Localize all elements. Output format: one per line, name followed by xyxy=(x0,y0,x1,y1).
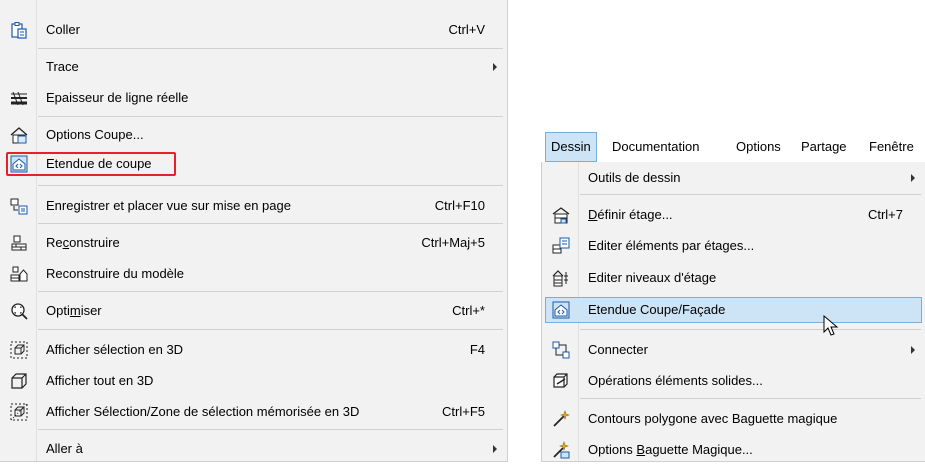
shortcut-text: Ctrl+* xyxy=(452,303,485,318)
menu-item-label: Outils de dessin xyxy=(588,170,681,185)
separator xyxy=(38,48,503,49)
menu-item-paste[interactable]: Coller Ctrl+V xyxy=(0,16,507,44)
menu-item-label: Opérations éléments solides... xyxy=(588,373,763,388)
menu-item-story-levels[interactable]: Editer niveaux d'étage xyxy=(542,264,925,292)
menu-item-save-place-view[interactable]: Enregistrer et placer vue sur mise en pa… xyxy=(0,192,507,220)
menu-item-label: Enregistrer et placer vue sur mise en pa… xyxy=(46,198,291,213)
menu-item-label: Editer éléments par étages... xyxy=(588,238,755,253)
menu-item-show-marquee-3d[interactable]: Afficher Sélection/Zone de sélection mém… xyxy=(0,398,507,426)
menubar-item-documentation[interactable]: Documentation xyxy=(607,132,704,162)
menu-item-rebuild-model[interactable]: Reconstruire du modèle xyxy=(0,260,507,288)
save-place-view-icon xyxy=(10,197,28,215)
shortcut-text: Ctrl+Maj+5 xyxy=(421,235,485,250)
submenu-arrow-icon xyxy=(493,63,497,71)
menu-item-rebuild[interactable]: Reconstruire Ctrl+Maj+5 xyxy=(0,229,507,257)
menu-item-label: Trace xyxy=(46,59,79,74)
dropdown-menu-dessin: Outils de dessin Définir étage... Ctrl+7… xyxy=(541,162,925,462)
menu-item-label: Options Baguette Magique... xyxy=(588,442,753,457)
shortcut-text: Ctrl+F5 xyxy=(442,404,485,419)
connect-icon xyxy=(552,341,570,359)
show-selection-3d-icon xyxy=(10,341,28,359)
submenu-arrow-icon xyxy=(493,445,497,453)
separator xyxy=(38,185,503,186)
edit-by-story-icon xyxy=(552,237,570,255)
menu-item-section-elevation-range[interactable]: Etendue Coupe/Façade xyxy=(542,296,925,324)
magic-wand-icon xyxy=(552,410,570,428)
menu-item-label: Connecter xyxy=(588,342,648,357)
mouse-cursor-icon xyxy=(823,314,839,337)
context-menu-left: Coller Ctrl+V Trace Epaisseur de ligne r… xyxy=(0,0,508,462)
show-all-3d-icon xyxy=(10,372,28,390)
menubar-item-partage[interactable]: Partage xyxy=(796,132,852,162)
menu-item-label: Définir étage... xyxy=(588,207,673,222)
submenu-arrow-icon xyxy=(911,346,915,354)
shortcut-text: Ctrl+7 xyxy=(867,207,903,222)
menu-item-label: Coller xyxy=(46,22,80,37)
menu-item-label: Editer niveaux d'étage xyxy=(588,270,717,285)
menu-item-go-to[interactable]: Aller à xyxy=(0,435,507,463)
menu-item-label: Optimiser xyxy=(46,303,102,318)
separator xyxy=(38,429,503,430)
menu-item-trace[interactable]: Trace xyxy=(0,53,507,81)
menu-item-solid-operations[interactable]: Opérations éléments solides... xyxy=(542,367,925,395)
menu-item-label: Options Coupe... xyxy=(46,127,144,142)
line-thickness-icon xyxy=(10,89,28,107)
menu-item-define-story[interactable]: Définir étage... Ctrl+7 xyxy=(542,201,925,229)
menu-item-magic-wand-options[interactable]: Options Baguette Magique... xyxy=(542,436,925,464)
menu-item-label: Afficher sélection en 3D xyxy=(46,342,184,357)
rebuild-model-icon xyxy=(10,265,28,283)
shortcut-text: Ctrl+F10 xyxy=(434,198,485,213)
menu-item-true-line-weight[interactable]: Epaisseur de ligne réelle xyxy=(0,84,507,112)
menu-item-section-range[interactable]: Etendue de coupe xyxy=(0,150,507,178)
rebuild-icon xyxy=(10,234,28,252)
separator xyxy=(38,116,503,117)
menu-item-label: Epaisseur de ligne réelle xyxy=(46,90,189,105)
magic-wand-options-icon xyxy=(552,441,570,459)
menu-item-label: Afficher tout en 3D xyxy=(46,373,154,388)
separator xyxy=(580,398,921,399)
menu-item-drawing-tools[interactable]: Outils de dessin xyxy=(542,164,925,192)
menu-bar: Dessin Documentation Options Partage Fen… xyxy=(541,132,925,162)
solid-operations-icon xyxy=(552,372,570,390)
menu-item-connect[interactable]: Connecter xyxy=(542,336,925,364)
menu-item-label: Etendue de coupe xyxy=(46,156,152,171)
zoom-fit-icon xyxy=(10,302,28,320)
menubar-item-options[interactable]: Options xyxy=(731,132,786,162)
separator xyxy=(38,329,503,330)
submenu-arrow-icon xyxy=(911,174,915,182)
menu-item-label: Reconstruire xyxy=(46,235,120,250)
story-levels-icon xyxy=(552,269,570,287)
menubar-item-fenetre[interactable]: Fenêtre xyxy=(864,132,919,162)
menu-item-show-all-3d[interactable]: Afficher tout en 3D xyxy=(0,367,507,395)
section-elevation-range-icon xyxy=(552,301,570,319)
menu-item-label: Aller à xyxy=(46,441,83,456)
menubar-item-dessin[interactable]: Dessin xyxy=(545,132,597,162)
menu-item-label: Reconstruire du modèle xyxy=(46,266,185,281)
section-range-icon xyxy=(10,155,28,173)
shortcut-text: F4 xyxy=(469,342,485,357)
paste-icon xyxy=(10,21,28,39)
separator xyxy=(580,329,921,330)
section-options-icon xyxy=(10,126,28,144)
menu-item-magic-wand-polygon[interactable]: Contours polygone avec Baguette magique xyxy=(542,405,925,433)
show-marquee-3d-icon xyxy=(10,403,28,421)
shortcut-text: Ctrl+V xyxy=(448,22,485,37)
separator xyxy=(38,223,503,224)
menu-item-optimize[interactable]: Optimiser Ctrl+* xyxy=(0,297,507,325)
define-story-icon xyxy=(552,206,570,224)
separator xyxy=(38,291,503,292)
menu-item-label: Etendue Coupe/Façade xyxy=(588,302,726,317)
menu-item-label: Contours polygone avec Baguette magique xyxy=(588,411,838,426)
menu-item-edit-by-story[interactable]: Editer éléments par étages... xyxy=(542,232,925,260)
menu-item-label: Afficher Sélection/Zone de sélection mém… xyxy=(46,404,360,419)
separator xyxy=(580,194,921,195)
menu-item-section-options[interactable]: Options Coupe... xyxy=(0,121,507,149)
menu-item-show-selection-3d[interactable]: Afficher sélection en 3D F4 xyxy=(0,336,507,364)
